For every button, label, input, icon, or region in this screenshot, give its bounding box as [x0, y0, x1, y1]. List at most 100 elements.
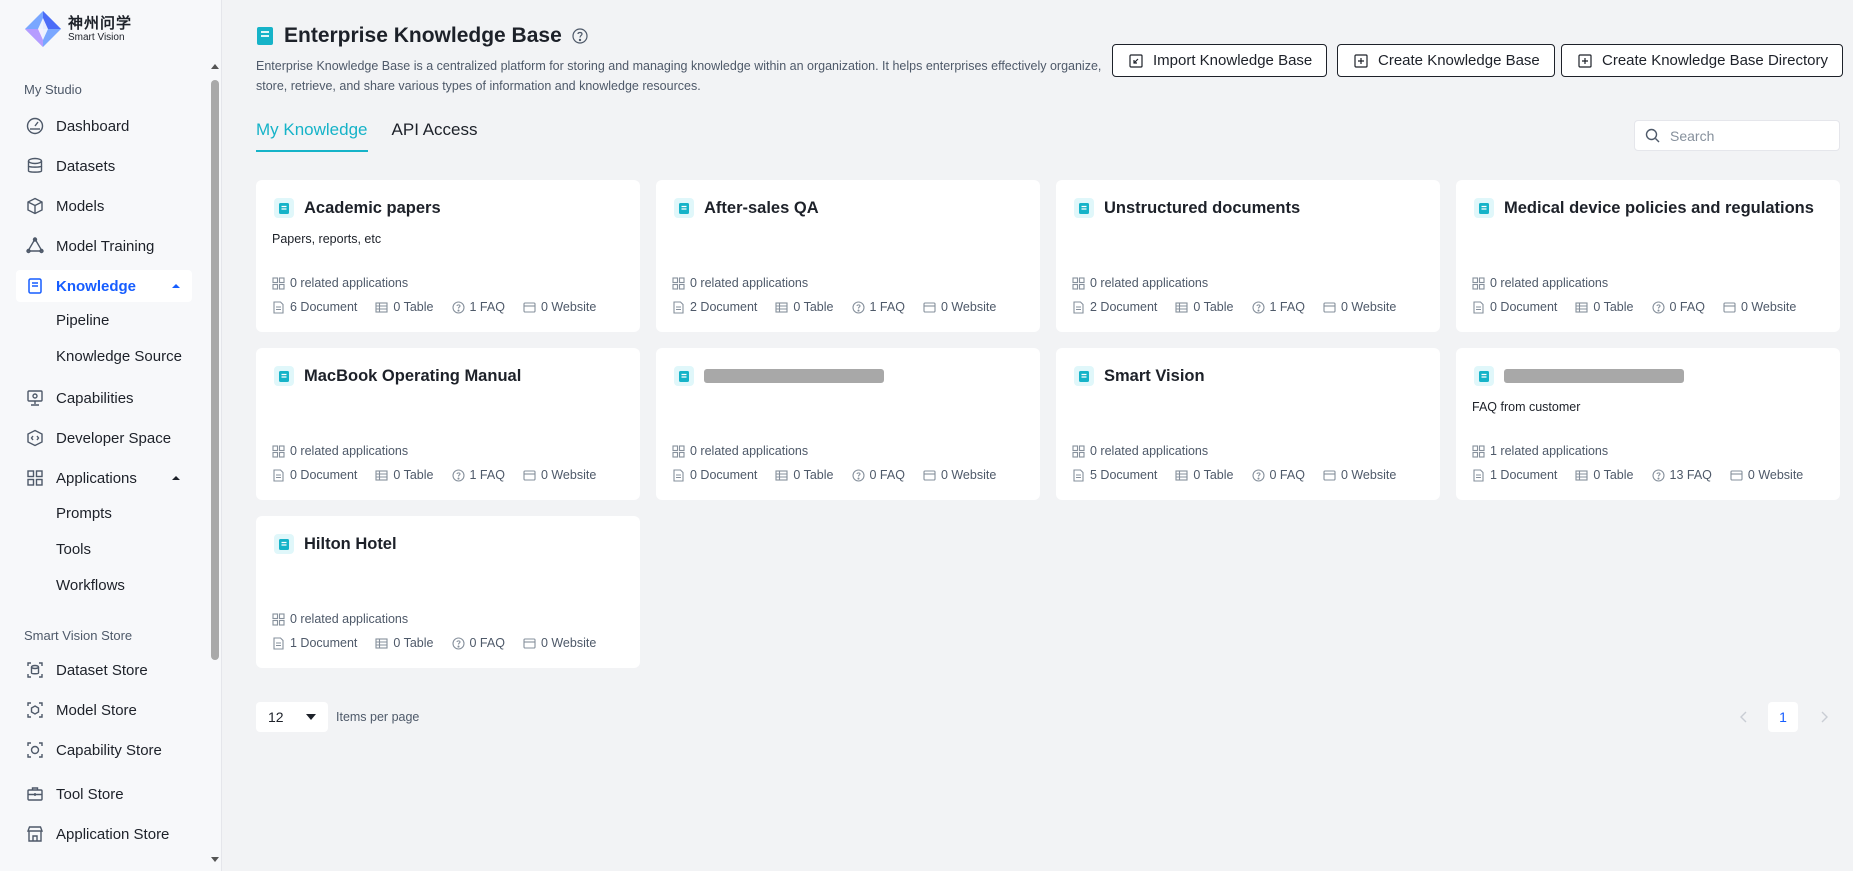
sidebar-item-dataset-store[interactable]: Dataset Store — [16, 654, 192, 686]
redacted-name — [1504, 369, 1684, 383]
sidebar-item-model-store[interactable]: Model Store — [16, 694, 192, 726]
tab-api-access[interactable]: API Access — [392, 120, 478, 152]
sidebar-item-capability-store[interactable]: Capability Store — [16, 734, 192, 766]
sidebar-item-models[interactable]: Models — [16, 190, 192, 222]
sidebar-subitem-tools[interactable]: Tools — [56, 541, 91, 558]
sidebar-item-capabilities[interactable]: Capabilities — [16, 382, 192, 414]
sidebar-item-dashboard[interactable]: Dashboard — [16, 110, 192, 142]
knowledge-card[interactable]: After-sales QA 0 related applications 2 Do… — [656, 180, 1040, 332]
card-stats: 0 Document 0 Table 0 FAQ 0 Website — [1472, 300, 1814, 314]
sidebar-item-label: Applications — [56, 469, 137, 487]
tab-my-knowledge[interactable]: My Knowledge — [256, 120, 368, 152]
kb-icon-badge — [674, 198, 694, 218]
stat-faq: 0 FAQ — [451, 636, 505, 650]
knowledge-card[interactable]: MacBook Operating Manual 0 related applic… — [256, 348, 640, 500]
stat-tables: 0 Table — [1175, 468, 1234, 482]
knowledge-card[interactable]: Smart Vision 0 related applications 5 Docu… — [1056, 348, 1440, 500]
stat-text: 0 FAQ — [869, 468, 905, 482]
page-description: Enterprise Knowledge Base is a centraliz… — [256, 59, 1102, 93]
knowledge-base-icon — [279, 370, 289, 382]
related-apps-text: 0 related applications — [290, 612, 409, 626]
search-box[interactable] — [1634, 120, 1840, 151]
chevron-up-icon[interactable] — [170, 472, 182, 484]
stat-text: 0 Website — [540, 300, 597, 314]
page-size-select[interactable]: 12 — [256, 702, 328, 732]
sidebar-item-label: Application Store — [56, 825, 170, 843]
sidebar-item-tool-store[interactable]: Tool Store — [16, 778, 192, 810]
stat-text: 0 Website — [1740, 300, 1797, 314]
card-description: Papers, reports, etc — [272, 232, 382, 246]
card-title: After-sales QA — [704, 198, 819, 217]
scrollbar-thumb[interactable] — [211, 80, 219, 660]
knowledge-base-icon — [279, 202, 289, 214]
related-apps-text: 0 related applications — [290, 276, 409, 290]
document-icon — [673, 468, 684, 482]
sidebar-subitem-workflows[interactable]: Workflows — [56, 577, 125, 594]
card-related-apps: 0 related applications — [272, 276, 408, 290]
chevron-left-icon[interactable] — [1737, 710, 1751, 724]
stat-text: 0 Document — [290, 468, 358, 482]
sidebar: 神州问学 Smart Vision My Studio Dashboard Da… — [0, 0, 222, 871]
items-per-page-label: Items per page — [336, 710, 420, 724]
stat-documents: 1 Document — [272, 636, 357, 650]
sidebar-item-model-training[interactable]: Model Training — [16, 230, 192, 262]
card-header: Hilton Hotel — [274, 534, 397, 554]
search-input[interactable] — [1668, 126, 1828, 145]
card-stats: 0 Document 0 Table 1 FAQ 0 Website — [272, 468, 614, 482]
card-title: MacBook Operating Manual — [304, 366, 522, 385]
knowledge-card[interactable]: FAQ from customer 1 related applications 1… — [1456, 348, 1840, 500]
stat-text: 0 Table — [393, 636, 434, 650]
stat-faq: 0 FAQ — [1251, 468, 1305, 482]
stat-websites: 0 Website — [1323, 300, 1396, 314]
knowledge-card[interactable]: 0 related applications 0 Document 0 Table 0… — [656, 348, 1040, 500]
sidebar-item-label: Dataset Store — [56, 661, 148, 679]
sidebar-subitem-pipeline[interactable]: Pipeline — [56, 312, 109, 329]
knowledge-base-icon — [1079, 202, 1089, 214]
knowledge-card[interactable]: Academic papers Papers, reports, etc 0 rel… — [256, 180, 640, 332]
sidebar-scrollbar[interactable] — [208, 60, 222, 871]
create-knowledge-base-directory-button[interactable]: Create Knowledge Base Directory — [1561, 44, 1843, 77]
dataset-store-icon — [27, 662, 43, 678]
create-knowledge-base-button[interactable]: Create Knowledge Base — [1337, 44, 1555, 77]
website-icon — [523, 469, 536, 481]
scroll-up-icon[interactable] — [210, 62, 220, 70]
sidebar-item-application-store[interactable]: Application Store — [16, 818, 192, 850]
apps-grid-icon — [272, 276, 285, 290]
stat-websites: 0 Website — [523, 468, 596, 482]
sidebar-item-knowledge[interactable]: Knowledge — [16, 270, 192, 302]
card-header: Medical device policies and regulations — [1474, 198, 1814, 218]
card-related-apps: 0 related applications — [1072, 276, 1208, 290]
sidebar-item-datasets[interactable]: Datasets — [16, 150, 192, 182]
knowledge-card[interactable]: Unstructured documents 0 related applicat… — [1056, 180, 1440, 332]
sidebar-item-label: Developer Space — [56, 429, 172, 447]
sidebar-subitem-knowledge-source[interactable]: Knowledge Source — [56, 348, 182, 365]
redacted-name — [704, 369, 884, 383]
sidebar-item-developer-space[interactable]: Developer Space — [16, 422, 192, 454]
stat-websites: 0 Website — [923, 468, 996, 482]
apps-grid-icon — [272, 612, 285, 626]
knowledge-card[interactable]: Hilton Hotel 0 related applications 1 Docu… — [256, 516, 640, 668]
table-icon — [1575, 301, 1588, 313]
brand-logo[interactable]: 神州问学 Smart Vision — [24, 10, 132, 48]
stat-tables: 0 Table — [375, 300, 434, 314]
stat-documents: 6 Document — [272, 300, 357, 314]
card-title: Smart Vision — [1104, 366, 1205, 385]
apps-grid-icon — [1472, 444, 1485, 458]
card-header: Smart Vision — [1074, 366, 1205, 386]
import-knowledge-base-button[interactable]: Import Knowledge Base — [1112, 44, 1328, 77]
knowledge-base-icon — [1079, 370, 1089, 382]
page-number-current[interactable]: 1 — [1768, 702, 1798, 732]
sidebar-subitem-prompts[interactable]: Prompts — [56, 505, 112, 522]
stat-documents: 2 Document — [672, 300, 757, 314]
sidebar-item-applications[interactable]: Applications — [16, 462, 192, 494]
card-related-apps: 1 related applications — [1472, 444, 1608, 458]
card-description: FAQ from customer — [1472, 400, 1581, 414]
sidebar-item-label: Models — [56, 197, 105, 215]
chevron-up-icon[interactable] — [170, 280, 182, 292]
scroll-down-icon[interactable] — [210, 856, 220, 864]
help-icon[interactable] — [572, 28, 588, 44]
knowledge-card[interactable]: Medical device policies and regulations 0… — [1456, 180, 1840, 332]
faq-icon — [851, 300, 865, 314]
chevron-right-icon[interactable] — [1817, 710, 1831, 724]
faq-icon — [1251, 468, 1265, 482]
